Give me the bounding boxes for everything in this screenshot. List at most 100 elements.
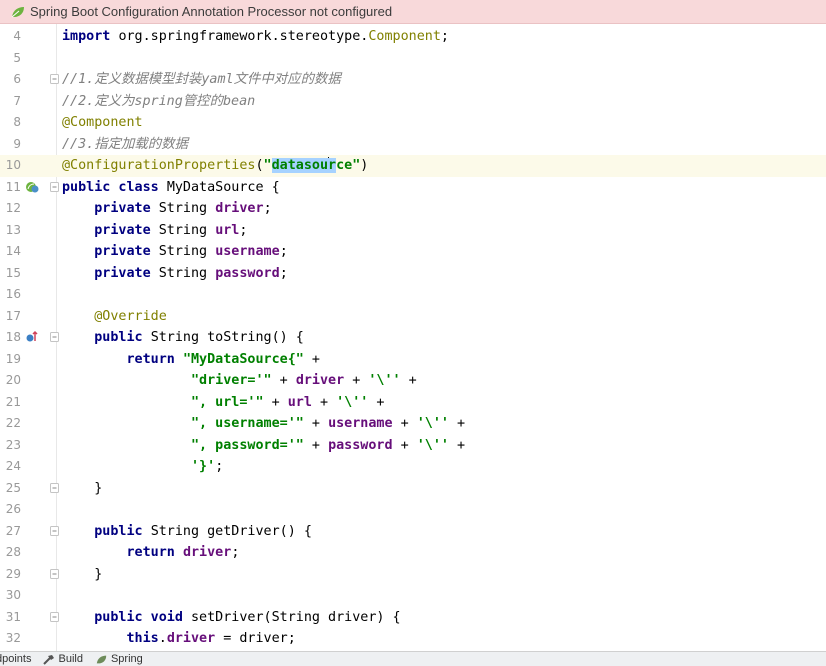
code-token: driver	[295, 373, 345, 388]
code-line[interactable]: 27 public String getDriver() {	[0, 521, 826, 543]
code-token: username	[328, 416, 393, 431]
code-token: ;	[279, 244, 288, 259]
notification-banner: Spring Boot Configuration Annotation Pro…	[0, 0, 826, 24]
code-line[interactable]: 25 }	[0, 478, 826, 500]
line-number: 30	[5, 588, 21, 602]
code-line[interactable]: 30	[0, 585, 826, 607]
code-token: ;	[263, 201, 272, 216]
tool-breakpoints[interactable]: dpoints	[0, 653, 31, 665]
spring-bean-icon[interactable]	[25, 180, 39, 194]
code-line[interactable]: 13 private String url;	[0, 220, 826, 242]
code-line[interactable]: 23 ", password='" + password + '\'' +	[0, 435, 826, 457]
code-line[interactable]: 28 return driver;	[0, 542, 826, 564]
code-token: public	[94, 330, 151, 345]
line-number: 15	[5, 265, 21, 280]
line-number: 23	[5, 437, 21, 452]
code-text: ", password='" + password + '\'' +	[62, 435, 465, 457]
code-token: this	[126, 631, 159, 646]
code-text: public String toString() {	[62, 327, 304, 349]
fold-marker-icon[interactable]	[50, 611, 59, 622]
code-token: @Override	[94, 308, 167, 324]
code-line[interactable]: 16	[0, 284, 826, 306]
code-line[interactable]: 20 "driver='" + driver + '\'' +	[0, 370, 826, 392]
code-line[interactable]: 26	[0, 499, 826, 521]
line-number: 13	[5, 222, 21, 237]
code-token: toString() {	[207, 330, 304, 345]
code-line[interactable]: 15 private String password;	[0, 263, 826, 285]
code-token: return	[126, 545, 183, 560]
line-number: 26	[5, 502, 21, 516]
code-token: '\''	[416, 437, 449, 453]
override-method-icon[interactable]	[25, 330, 39, 344]
code-line[interactable]: 8 @Component	[0, 112, 826, 134]
tool-build[interactable]: Build	[43, 653, 83, 665]
code-line[interactable]: 18 public String toString() {	[0, 327, 826, 349]
code-line[interactable]: 17 @Override	[0, 306, 826, 328]
code-text: @Override	[62, 306, 167, 328]
code-text: '}';	[62, 456, 223, 478]
code-line[interactable]: 22 ", username='" + username + '\'' +	[0, 413, 826, 435]
code-token: +	[400, 373, 417, 388]
banner-message: Spring Boot Configuration Annotation Pro…	[30, 4, 393, 19]
code-line[interactable]: 32 this.driver = driver;	[0, 628, 826, 650]
line-number: 8	[13, 115, 21, 129]
line-number: 31	[5, 609, 21, 624]
line-number: 18	[5, 330, 21, 344]
code-line[interactable]: 4 import org.springframework.stereotype.C…	[0, 26, 826, 48]
tool-spring[interactable]: Spring	[95, 653, 143, 665]
code-editor[interactable]: 4 import org.springframework.stereotype.C…	[0, 24, 826, 651]
code-line[interactable]: 21 ", url='" + url + '\'' +	[0, 392, 826, 414]
fold-marker-icon[interactable]	[50, 568, 59, 579]
code-text: @Component	[62, 112, 143, 134]
code-text: @ConfigurationProperties("datasource")	[62, 155, 368, 177]
code-token: +	[303, 416, 329, 431]
code-token: +	[392, 437, 417, 453]
code-text: public String getDriver() {	[62, 521, 312, 543]
code-token: String	[158, 222, 216, 238]
code-token: setDriver(String driver) {	[191, 609, 401, 625]
code-token: +	[449, 416, 466, 431]
code-line[interactable]: 10 @ConfigurationProperties("datasource")	[0, 155, 826, 177]
code-token: String	[158, 201, 216, 216]
code-line[interactable]: 9 //3.指定加载的数据	[0, 134, 826, 156]
code-text: }	[62, 564, 102, 586]
code-token: '\''	[336, 394, 369, 410]
code-token: public class	[62, 179, 167, 195]
code-line[interactable]: 6 //1.定义数据模型封装yaml文件中对应的数据	[0, 69, 826, 91]
code-line[interactable]: 29 }	[0, 564, 826, 586]
line-number: 14	[5, 244, 21, 258]
spring-leaf-icon	[11, 6, 24, 17]
fold-marker-icon[interactable]	[50, 74, 59, 84]
code-line[interactable]: 14 private String username;	[0, 241, 826, 263]
spring-leaf-icon	[96, 655, 107, 663]
line-number: 11	[5, 179, 21, 194]
tool-breakpoints-label: dpoints	[0, 653, 32, 665]
code-text: public void setDriver(String driver) {	[62, 607, 401, 629]
code-line[interactable]: 12 private String driver;	[0, 198, 826, 220]
fold-marker-icon[interactable]	[50, 482, 59, 493]
code-text: private String password;	[62, 263, 288, 285]
fold-marker-icon[interactable]	[50, 181, 59, 192]
line-number: 6	[13, 72, 21, 86]
code-line[interactable]: 31 public void setDriver(String driver) …	[0, 607, 826, 629]
code-line[interactable]: 7 //2.定义为spring管控的bean	[0, 91, 826, 113]
code-token: ", username='"	[191, 416, 304, 431]
code-token: driver	[215, 201, 264, 216]
code-token: ce"	[336, 158, 361, 173]
code-line[interactable]: 11 public class MyDataSource {	[0, 177, 826, 199]
code-line[interactable]: 24 '}';	[0, 456, 826, 478]
fold-marker-icon[interactable]	[50, 332, 59, 342]
fold-marker-icon[interactable]	[50, 525, 59, 536]
code-line[interactable]: 19 return "MyDataSource{" +	[0, 349, 826, 371]
code-token: '\''	[368, 373, 401, 388]
code-line[interactable]: 5	[0, 48, 826, 70]
code-text: public class MyDataSource {	[62, 177, 280, 199]
